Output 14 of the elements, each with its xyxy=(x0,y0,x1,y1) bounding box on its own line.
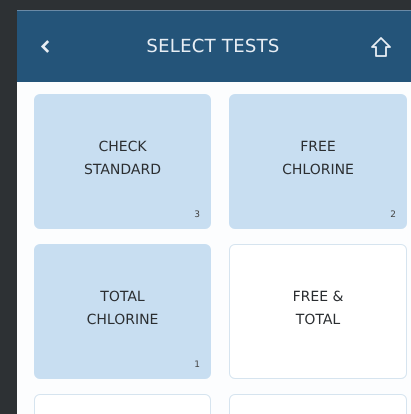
test-name: CHECK STANDARD xyxy=(84,138,162,180)
selection-order: 3 xyxy=(194,210,200,220)
home-icon[interactable] xyxy=(370,36,392,58)
back-icon[interactable] xyxy=(41,40,50,53)
test-name: FREE CHLORINE xyxy=(282,138,354,180)
selection-order: 2 xyxy=(390,210,396,220)
test-tile[interactable]: TOTAL CHLORINE 1 xyxy=(34,244,211,379)
test-name: TOTAL CHLORINE xyxy=(86,288,158,330)
test-tile[interactable]: FREE & TOTAL xyxy=(229,244,407,379)
test-name: FREE & TOTAL xyxy=(292,288,344,330)
test-tile[interactable]: CHECK STANDARD 3 xyxy=(34,94,211,229)
test-tile[interactable]: FREE CHLORINE 2 xyxy=(229,94,407,229)
selection-order: 1 xyxy=(194,360,200,370)
screen-title: SELECT TESTS xyxy=(145,36,281,57)
